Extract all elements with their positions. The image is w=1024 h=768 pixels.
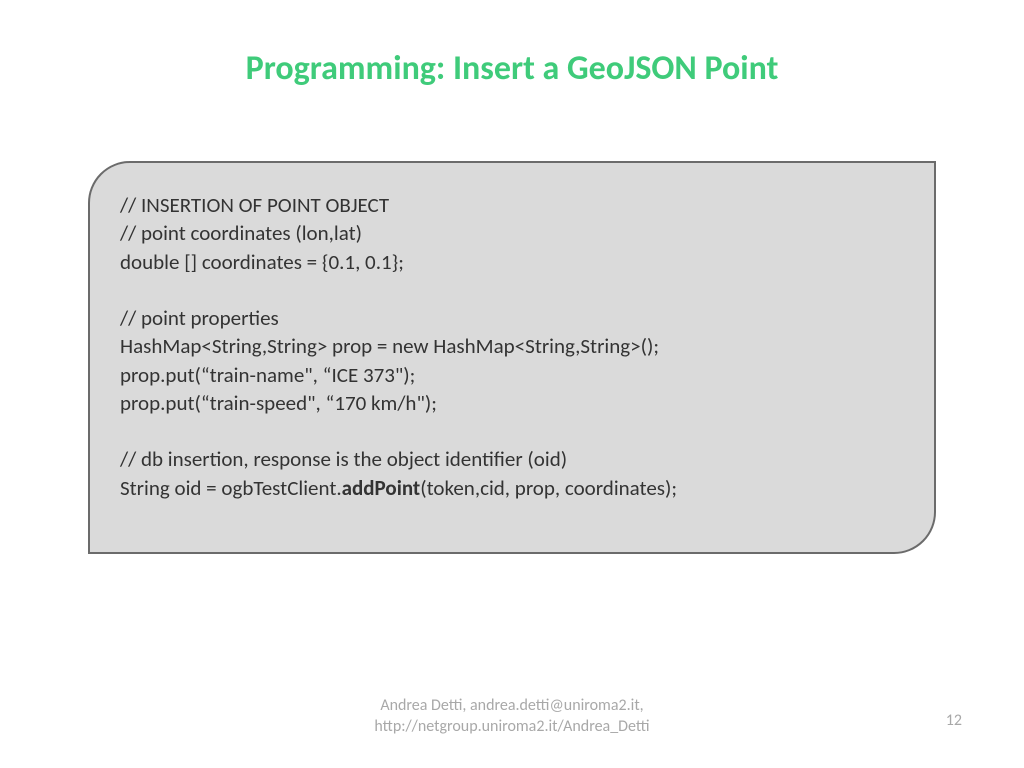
code-line: // point coordinates (lon,lat) [120,219,906,247]
footer-line: Andrea Detti, andrea.detti@uniroma2.it, [0,696,1024,717]
code-line: double [] coordinates = {0.1, 0.1}; [120,248,906,276]
code-line: prop.put(“train-name", “ICE 373"); [120,361,906,389]
code-text: (token,cid, prop, coordinates); [420,475,677,501]
code-text: String oid = ogbTestClient. [120,475,342,501]
code-line: prop.put(“train-speed", “170 km/h"); [120,389,906,417]
footer-line: http://netgroup.uniroma2.it/Andrea_Detti [0,717,1024,738]
code-line: String oid = ogbTestClient.addPoint(toke… [120,474,906,502]
code-line: // db insertion, response is the object … [120,445,906,473]
footer: Andrea Detti, andrea.detti@uniroma2.it, … [0,696,1024,738]
code-blank [120,276,906,304]
code-line: // INSERTION OF POINT OBJECT [120,191,906,219]
code-blank [120,417,906,445]
code-bold: addPoint [342,475,421,501]
code-box: // INSERTION OF POINT OBJECT // point co… [88,161,936,554]
slide-title: Programming: Insert a GeoJSON Point [0,0,1024,119]
code-line: // point properties [120,304,906,332]
code-line: HashMap<String,String> prop = new HashMa… [120,332,906,360]
page-number: 12 [946,711,962,730]
